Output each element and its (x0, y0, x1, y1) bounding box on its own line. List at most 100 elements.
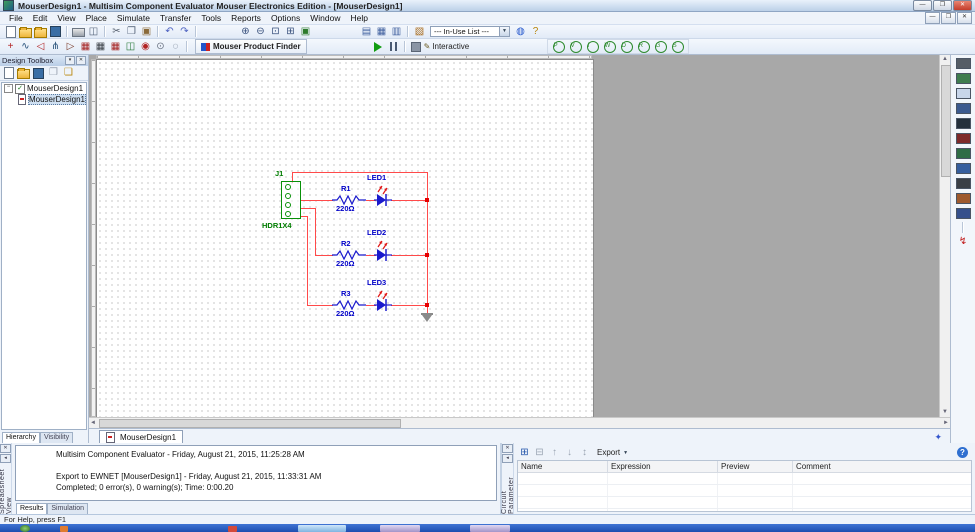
tab-visibility[interactable]: Visibility (40, 432, 73, 443)
column-expression[interactable]: Expression (608, 461, 718, 472)
horizontal-scroll-thumb[interactable] (99, 419, 401, 428)
voltage-probe-icon[interactable]: V (568, 40, 583, 53)
place-diode-icon[interactable]: ◁ (33, 40, 48, 53)
resistor-refdes[interactable]: R3 (341, 289, 351, 298)
wire[interactable] (307, 305, 333, 306)
bode-plotter-icon[interactable] (956, 132, 971, 145)
redo-icon[interactable]: ↷ (177, 25, 192, 38)
save-icon[interactable] (48, 25, 63, 38)
differential-probe-icon[interactable]: D (619, 40, 634, 53)
oscilloscope-icon[interactable] (956, 102, 971, 115)
zoom-area-icon[interactable]: ⊡ (268, 25, 283, 38)
new-design-icon[interactable] (1, 67, 16, 80)
mouser-product-finder-button[interactable]: Mouser Product Finder (195, 39, 307, 54)
combo-arrow-icon[interactable]: ▼ (499, 27, 509, 36)
schematic-canvas[interactable]: J1 HDR1X4 R1 220Ω R2 220Ω R3 220Ω (89, 55, 939, 417)
interactive-mode-button[interactable]: ✎ Interactive (424, 42, 470, 51)
vertical-scrollbar[interactable]: ▲ ▼ (939, 55, 950, 417)
tab-results[interactable]: Results (16, 503, 47, 514)
led-refdes[interactable]: LED2 (367, 228, 386, 237)
place-indicator-icon[interactable]: ◉ (138, 40, 153, 53)
tree-root-label[interactable]: MouserDesign1 (27, 84, 83, 93)
resistor-value[interactable]: 220Ω (336, 259, 355, 268)
wire[interactable] (300, 216, 307, 217)
place-analog-icon[interactable]: ▷ (63, 40, 78, 53)
full-screen-icon[interactable]: ▣ (298, 25, 313, 38)
tab-hierarchy[interactable]: Hierarchy (2, 432, 40, 443)
panel-close-icon[interactable]: ✕ (76, 56, 86, 65)
current-clamp-icon[interactable]: ↯ (956, 235, 971, 248)
restore-button[interactable]: ❐ (933, 0, 952, 11)
wire[interactable] (300, 208, 315, 209)
toggle-spreadsheet-view-icon[interactable]: ▦ (374, 25, 389, 38)
connector-footprint[interactable]: HDR1X4 (262, 221, 292, 230)
schematic-sheet[interactable] (96, 59, 594, 417)
print-icon[interactable] (71, 25, 86, 38)
scroll-up-icon[interactable]: ▲ (942, 55, 948, 64)
pause-simulation-button[interactable] (386, 40, 401, 53)
column-comment[interactable]: Comment (793, 461, 971, 472)
menu-file[interactable]: File (4, 13, 28, 23)
multimeter-icon[interactable] (956, 57, 971, 70)
export-button[interactable]: Export ▼ (593, 447, 632, 459)
place-source-icon[interactable]: + (3, 40, 18, 53)
help-icon[interactable]: ? (957, 447, 968, 458)
menu-edit[interactable]: Edit (28, 13, 53, 23)
tree-root-row[interactable]: − ✓ MouserDesign1 (2, 83, 86, 94)
place-mixed-icon[interactable]: ◫ (123, 40, 138, 53)
run-simulation-button[interactable] (371, 40, 386, 53)
logic-converter-icon[interactable] (956, 177, 971, 190)
panel-close-icon[interactable]: ✕ (0, 444, 11, 453)
table-row[interactable] (518, 485, 971, 497)
move-up-icon[interactable]: ↑ (547, 446, 562, 459)
table-row[interactable] (518, 473, 971, 485)
wattmeter-icon[interactable] (956, 87, 971, 100)
led-led2[interactable] (374, 238, 392, 264)
scroll-down-icon[interactable]: ▼ (942, 408, 948, 417)
word-generator-icon[interactable] (956, 162, 971, 175)
taskbar-task-button[interactable] (298, 525, 346, 532)
open-design-icon[interactable] (16, 67, 31, 80)
mdi-close-button[interactable]: ✕ (957, 12, 972, 24)
save-design-icon[interactable] (31, 67, 46, 80)
power-probe-icon[interactable]: W (602, 40, 617, 53)
wire[interactable] (300, 200, 333, 201)
led-led1[interactable] (374, 183, 392, 209)
frequency-counter-icon[interactable] (956, 147, 971, 160)
taskbar-task-button[interactable] (470, 525, 510, 532)
menu-transfer[interactable]: Transfer (155, 13, 196, 23)
table-row[interactable] (518, 497, 971, 509)
delete-parameter-icon[interactable]: ⊟ (532, 446, 547, 459)
minimize-button[interactable]: — (913, 0, 932, 11)
digital-probe-icon[interactable]: G (653, 40, 668, 53)
mdi-restore-button[interactable]: ❐ (941, 12, 956, 24)
place-misc-digital-icon[interactable]: ▦ (108, 40, 123, 53)
sort-icon[interactable]: ↕ (577, 446, 592, 459)
menu-place[interactable]: Place (81, 13, 112, 23)
toggle-design-toolbox-icon[interactable]: ▤ (359, 25, 374, 38)
tree-child-row[interactable]: MouserDesign1 (2, 94, 86, 105)
taskbar-start-orb[interactable] (20, 525, 30, 532)
vertical-scroll-thumb[interactable] (941, 65, 951, 177)
close-button[interactable]: ✕ (953, 0, 972, 11)
led-refdes[interactable]: LED1 (367, 173, 386, 182)
four-channel-oscilloscope-icon[interactable] (956, 117, 971, 130)
column-preview[interactable]: Preview (718, 461, 793, 472)
menu-tools[interactable]: Tools (196, 13, 226, 23)
tree-child-label[interactable]: MouserDesign1 (28, 94, 86, 105)
wire[interactable] (391, 305, 428, 306)
canvas-corner-icon[interactable]: ✦ (934, 431, 942, 443)
voltage-reference-probe-icon[interactable]: R (636, 40, 651, 53)
add-parameter-icon[interactable]: ⊞ (517, 446, 532, 459)
wire[interactable] (315, 255, 333, 256)
panel-pin-icon[interactable]: ◂ (0, 454, 11, 463)
tree-expander-icon[interactable]: − (4, 84, 13, 93)
wire[interactable] (391, 255, 428, 256)
cut-icon[interactable]: ✂ (109, 25, 124, 38)
paste-icon[interactable]: ▣ (139, 25, 154, 38)
current-probe-icon[interactable]: I (585, 40, 600, 53)
menu-options[interactable]: Options (266, 13, 305, 23)
document-tab-mouserdesign1[interactable]: MouserDesign1 (99, 430, 183, 443)
move-down-icon[interactable]: ↓ (562, 446, 577, 459)
wire[interactable] (315, 208, 316, 255)
